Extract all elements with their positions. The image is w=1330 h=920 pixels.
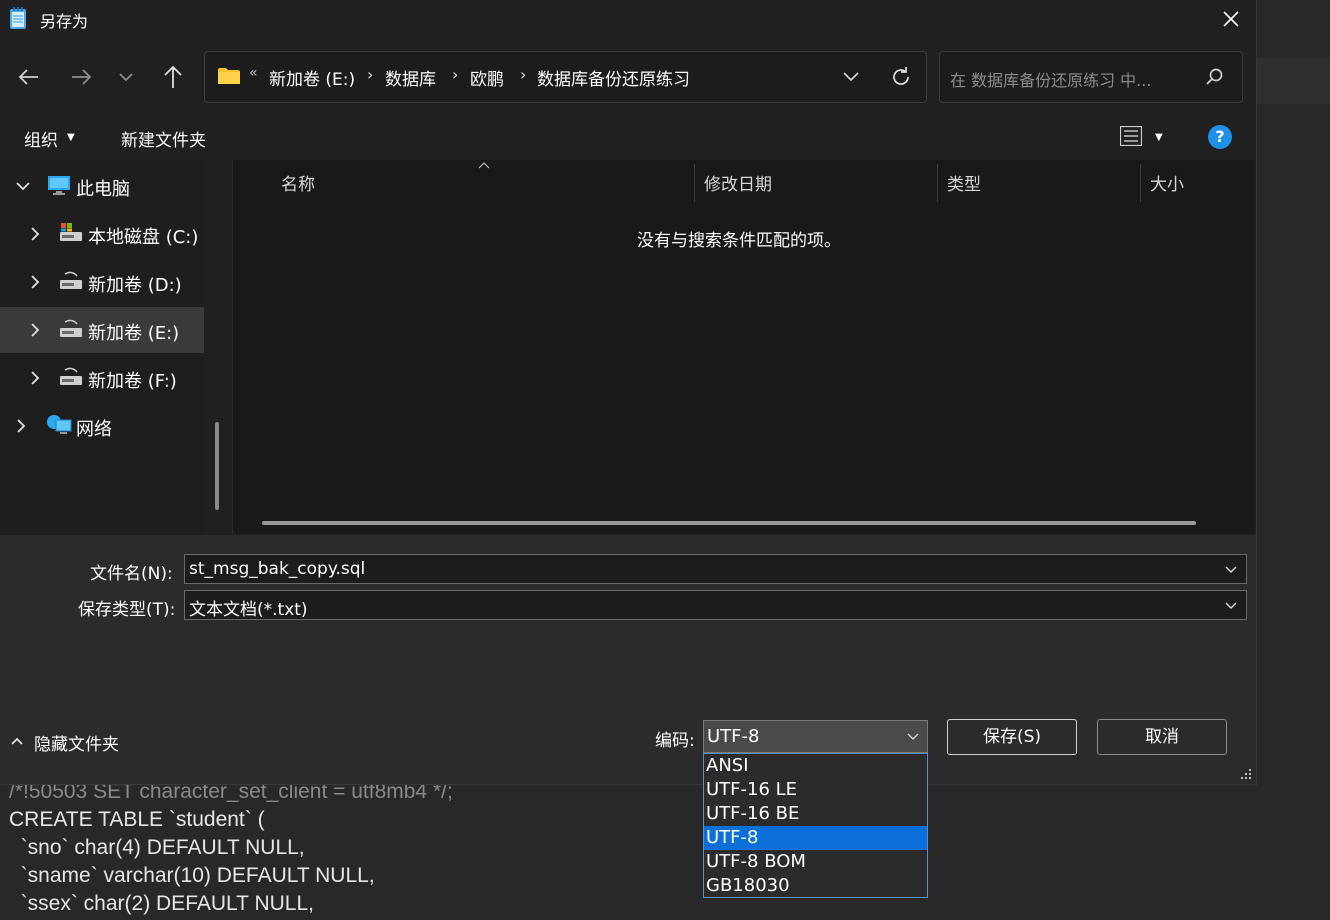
code-line: `sname` varchar(10) DEFAULT NULL,	[9, 864, 375, 887]
view-options-icon[interactable]	[1120, 126, 1142, 146]
filename-input[interactable]: st_msg_bak_copy.sql	[184, 554, 1247, 584]
drive-icon	[60, 319, 82, 337]
breadcrumb-overflow[interactable]: «	[249, 65, 258, 81]
search-placeholder[interactable]: 在 数据库备份还原练习 中...	[950, 67, 1151, 91]
filetype-label: 保存类型(T):	[78, 600, 176, 620]
resize-grip-icon[interactable]	[1240, 768, 1252, 780]
breadcrumb-item[interactable]: 数据库备份还原练习	[537, 65, 690, 90]
computer-icon	[48, 176, 70, 195]
forward-arrow-icon[interactable]	[66, 62, 96, 92]
code-line: `ssex` char(2) DEFAULT NULL,	[9, 892, 314, 915]
back-arrow-icon[interactable]	[14, 62, 44, 92]
refresh-icon[interactable]	[889, 65, 913, 89]
help-icon[interactable]: ?	[1208, 125, 1232, 149]
column-header-type[interactable]: 类型	[947, 170, 981, 195]
chevron-down-icon[interactable]	[1224, 563, 1238, 577]
chevron-down-icon[interactable]	[907, 731, 919, 743]
code-line: CREATE TABLE `student` (	[9, 808, 265, 831]
breadcrumb-item[interactable]: 数据库	[385, 65, 436, 90]
nav-item-network[interactable]: 网络	[0, 403, 204, 449]
nav-item-drive-f[interactable]: 新加卷 (F:)	[0, 355, 204, 401]
nav-item-label: 新加卷 (E:)	[88, 323, 180, 344]
encoding-select[interactable]: UTF-8	[703, 720, 928, 753]
filename-value[interactable]: st_msg_bak_copy.sql	[189, 559, 365, 579]
nav-item-drive-e[interactable]: 新加卷 (E:)	[0, 307, 204, 353]
filetype-select[interactable]: 文本文档(*.txt)	[184, 590, 1247, 620]
column-divider[interactable]	[937, 164, 938, 202]
cancel-button[interactable]: 取消	[1097, 719, 1227, 755]
chevron-down-icon[interactable]	[1224, 599, 1238, 613]
filetype-value[interactable]: 文本文档(*.txt)	[189, 595, 308, 620]
system-drive-icon	[60, 223, 82, 241]
nav-item-this-pc[interactable]: 此电脑	[0, 163, 204, 209]
code-line: `sno` char(4) DEFAULT NULL,	[9, 836, 305, 859]
column-header-size[interactable]: 大小	[1150, 170, 1184, 195]
encoding-option[interactable]: ANSI	[704, 754, 927, 778]
encoding-option[interactable]: UTF-16 BE	[704, 802, 927, 826]
nav-item-label: 本地磁盘 (C:)	[88, 227, 199, 248]
encoding-value[interactable]: UTF-8	[707, 726, 759, 747]
breadcrumb-separator-icon[interactable]: ›	[520, 65, 526, 84]
notepad-icon	[10, 7, 26, 29]
nav-item-label: 新加卷 (F:)	[88, 371, 177, 392]
address-dropdown-chevron-icon[interactable]	[841, 66, 861, 86]
organize-button[interactable]: 组织	[24, 126, 58, 151]
encoding-label: 编码:	[655, 731, 695, 751]
organize-caret-icon[interactable]: ▼	[67, 132, 75, 143]
network-icon	[47, 415, 72, 434]
empty-message: 没有与搜索条件匹配的项。	[637, 231, 841, 251]
nav-item-label: 此电脑	[76, 179, 130, 200]
view-caret-icon[interactable]: ▼	[1155, 132, 1163, 143]
nav-item-drive-d[interactable]: 新加卷 (D:)	[0, 259, 204, 305]
nav-item-label: 网络	[76, 419, 112, 440]
breadcrumb-item[interactable]: 新加卷 (E:)	[269, 65, 355, 90]
file-list: 名称 修改日期 类型 大小 没有与搜索条件匹配的项。	[233, 160, 1255, 534]
encoding-dropdown-list: ANSI UTF-16 LE UTF-16 BE UTF-8 UTF-8 BOM…	[703, 753, 928, 898]
chevron-right-icon[interactable]	[28, 225, 42, 243]
close-icon[interactable]	[1218, 6, 1244, 32]
dialog-title: 另存为	[40, 12, 89, 31]
nav-scrollbar[interactable]	[215, 422, 219, 510]
search-box[interactable]: 在 数据库备份还原练习 中...	[939, 51, 1243, 103]
chevron-right-icon[interactable]	[14, 417, 28, 435]
column-divider[interactable]	[1140, 164, 1141, 202]
chevron-up-icon[interactable]	[10, 736, 24, 746]
up-arrow-icon[interactable]	[158, 62, 188, 92]
nav-item-label: 新加卷 (D:)	[88, 275, 182, 296]
filename-label: 文件名(N):	[90, 564, 173, 584]
encoding-option[interactable]: GB18030	[704, 874, 927, 898]
save-button[interactable]: 保存(S)	[947, 719, 1077, 755]
new-folder-button[interactable]: 新建文件夹	[121, 126, 206, 151]
chevron-right-icon[interactable]	[28, 273, 42, 291]
sort-caret-icon	[478, 162, 490, 169]
nav-item-drive-c[interactable]: 本地磁盘 (C:)	[0, 211, 204, 257]
drive-icon	[60, 271, 82, 289]
search-icon[interactable]	[1204, 67, 1224, 87]
column-header-date[interactable]: 修改日期	[704, 170, 772, 195]
encoding-option-selected[interactable]: UTF-8	[704, 826, 927, 850]
title-bar: 另存为	[0, 0, 1256, 38]
encoding-option[interactable]: UTF-16 LE	[704, 778, 927, 802]
chevron-down-icon[interactable]	[14, 177, 32, 195]
drive-icon	[60, 367, 82, 385]
hide-folders-label[interactable]: 隐藏文件夹	[34, 730, 119, 755]
breadcrumb-item[interactable]: 欧鹏	[470, 65, 504, 90]
recent-locations-chevron-icon[interactable]	[112, 62, 142, 92]
address-bar[interactable]: « 新加卷 (E:) › 数据库 › 欧鹏 › 数据库备份还原练习	[204, 51, 927, 103]
column-header-name[interactable]: 名称	[281, 170, 315, 195]
folder-icon	[218, 68, 240, 84]
breadcrumb-separator-icon[interactable]: ›	[452, 65, 458, 84]
breadcrumb-separator-icon[interactable]: ›	[367, 65, 373, 84]
chevron-right-icon[interactable]	[28, 369, 42, 387]
encoding-option[interactable]: UTF-8 BOM	[704, 850, 927, 874]
navigation-pane: 此电脑 本地磁盘 (C:) 新加卷 (D:) 新加卷 (E:) 新加卷 (F:)…	[0, 160, 204, 534]
column-divider[interactable]	[694, 164, 695, 202]
background-code: /*!50503 SET character_set_client = utf8…	[9, 778, 709, 918]
background-toolbar-strip	[1256, 58, 1330, 104]
save-as-dialog: 另存为 « 新加卷 (E:) › 数据库 › 欧鹏 › 数据库备份还原练习 在 …	[0, 0, 1257, 785]
horizontal-scrollbar[interactable]	[262, 521, 1196, 525]
chevron-right-icon[interactable]	[28, 321, 42, 339]
